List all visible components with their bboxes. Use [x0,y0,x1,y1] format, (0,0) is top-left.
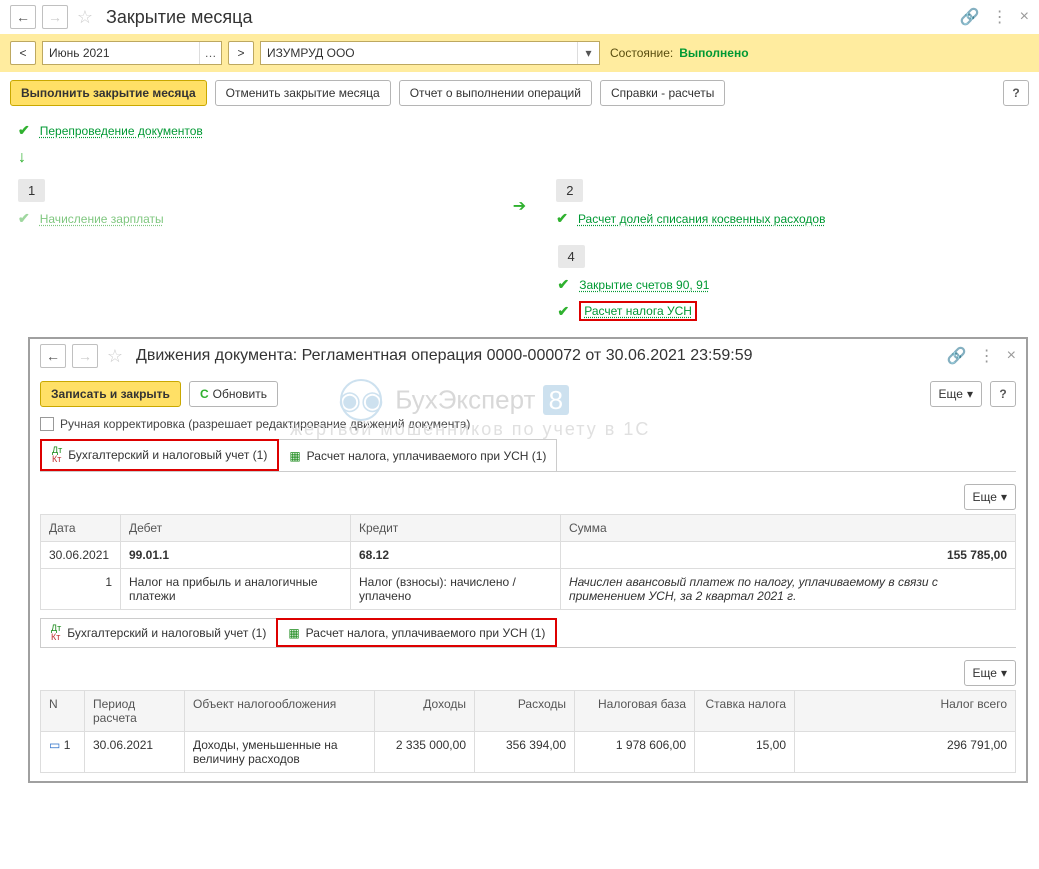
back-button[interactable]: ← [10,5,36,29]
chevron-down-icon: ▾ [1001,666,1007,680]
inner-link-icon[interactable]: 🔗 [947,346,967,366]
cell-credit-acc: 68.12 [359,548,389,562]
cell-rate: 15,00 [695,732,795,773]
close-icon[interactable]: × [1020,8,1029,26]
col-total: Налог всего [795,691,1016,732]
inner-close-icon[interactable]: × [1007,347,1016,365]
cell-comment: Начислен авансовый платеж по налогу, упл… [561,569,1016,610]
check-icon: ✔ [558,303,570,320]
close-accounts-link[interactable]: Закрытие счетов 90, 91 [579,278,709,292]
col-date: Дата [41,515,121,542]
cell-total: 296 791,00 [795,732,1016,773]
cell-row-n: 1 [41,569,121,610]
accounting-table: Дата Дебет Кредит Сумма 30.06.2021 99.01… [40,514,1016,610]
table-icon: ▦ [288,626,299,640]
step-1: 1 [18,179,45,202]
inner-favorite-icon[interactable]: ☆ [104,345,126,367]
tab-usn-calc-2[interactable]: ▦ Расчет налога, уплачиваемого при УСН (… [276,618,557,647]
status-value: Выполнено [679,46,748,60]
refresh-icon: С [200,387,209,401]
period-picker-icon[interactable]: … [199,42,221,64]
col-expense: Расходы [475,691,575,732]
cell-sum: 155 785,00 [947,548,1007,562]
step-2: 2 [556,179,583,202]
page-title: Закрытие месяца [106,7,252,28]
arrow-down-icon: ↓ [0,147,1039,169]
help-button[interactable]: ? [1003,80,1029,106]
refs-button[interactable]: Справки - расчеты [600,80,725,106]
usn-tax-link[interactable]: Расчет налога УСН [584,304,692,318]
more-icon[interactable]: ⋮ [992,7,1008,27]
refresh-button[interactable]: С Обновить [189,381,278,407]
manual-edit-checkbox[interactable] [40,417,54,431]
col-base: Налоговая база [575,691,695,732]
col-sum: Сумма [561,515,1016,542]
step2-link[interactable]: Расчет долей списания косвенных расходов [578,212,826,226]
check-icon: ✔ [18,210,30,227]
check-icon: ✔ [18,122,30,139]
arrow-right-icon: ➔ [513,194,526,216]
row-icon: ▭ [49,738,60,752]
tab-accounting[interactable]: ДтКт Бухгалтерский и налоговый учет (1) [40,439,279,471]
save-close-button[interactable]: Записать и закрыть [40,381,181,407]
chevron-down-icon: ▾ [967,387,973,401]
dtkt-icon: ДтКт [52,446,62,464]
execute-close-button[interactable]: Выполнить закрытие месяца [10,80,207,106]
org-dropdown-icon[interactable]: ▾ [577,42,599,64]
col-n: N [41,691,85,732]
dtkt-icon: ДтКт [51,624,61,642]
tab-usn-calc[interactable]: ▦ Расчет налога, уплачиваемого при УСН (… [278,439,557,471]
inner-help-button[interactable]: ? [990,381,1016,407]
col-income: Доходы [375,691,475,732]
step-4: 4 [558,245,585,268]
col-obj: Объект налогообложения [185,691,375,732]
step1-link[interactable]: Начисление зарплаты [40,212,164,226]
org-value: ИЗУМРУД ООО [261,46,577,60]
cell-period: 30.06.2021 [85,732,185,773]
report-button[interactable]: Отчет о выполнении операций [399,80,592,106]
more-dropdown[interactable]: Еще ▾ [930,381,982,407]
period-field[interactable]: Июнь 2021 … [42,41,222,65]
cell-debit-desc: Налог на прибыль и аналогичные платежи [121,569,351,610]
cell-expense: 356 394,00 [475,732,575,773]
cancel-close-button[interactable]: Отменить закрытие месяца [215,80,391,106]
period-next-button[interactable]: > [228,41,254,65]
col-credit: Кредит [351,515,561,542]
cell-date: 30.06.2021 [41,542,121,569]
favorite-icon[interactable]: ☆ [74,6,96,28]
period-value: Июнь 2021 [43,46,199,60]
inner-forward-button[interactable]: → [72,344,98,368]
check-icon: ✔ [556,210,568,227]
inner-back-button[interactable]: ← [40,344,66,368]
table-icon: ▦ [289,449,300,463]
org-select[interactable]: ИЗУМРУД ООО ▾ [260,41,600,65]
table-row[interactable]: ▭ 1 30.06.2021 Доходы, уменьшенные на ве… [41,732,1016,773]
manual-edit-label: Ручная корректировка (разрешает редактир… [60,417,470,431]
more-dropdown-t1[interactable]: Еще ▾ [964,484,1016,510]
cell-obj: Доходы, уменьшенные на величину расходов [185,732,375,773]
tab-accounting-2[interactable]: ДтКт Бухгалтерский и налоговый учет (1) [40,618,277,647]
usn-calc-table: N Период расчета Объект налогообложения … [40,690,1016,773]
link-icon[interactable]: 🔗 [960,7,980,27]
inner-more-icon[interactable]: ⋮ [979,346,995,366]
col-period: Период расчета [85,691,185,732]
cell-credit-desc: Налог (взносы): начислено / уплачено [351,569,561,610]
col-debit: Дебет [121,515,351,542]
repost-link[interactable]: Перепроведение документов [40,124,203,138]
cell-income: 2 335 000,00 [375,732,475,773]
chevron-down-icon: ▾ [1001,490,1007,504]
more-dropdown-t2[interactable]: Еще ▾ [964,660,1016,686]
col-rate: Ставка налога [695,691,795,732]
forward-button[interactable]: → [42,5,68,29]
cell-base: 1 978 606,00 [575,732,695,773]
cell-debit-acc: 99.01.1 [129,548,169,562]
status-label: Состояние: [610,46,673,60]
check-icon: ✔ [558,276,570,293]
period-prev-button[interactable]: < [10,41,36,65]
inner-title: Движения документа: Регламентная операци… [136,347,753,365]
